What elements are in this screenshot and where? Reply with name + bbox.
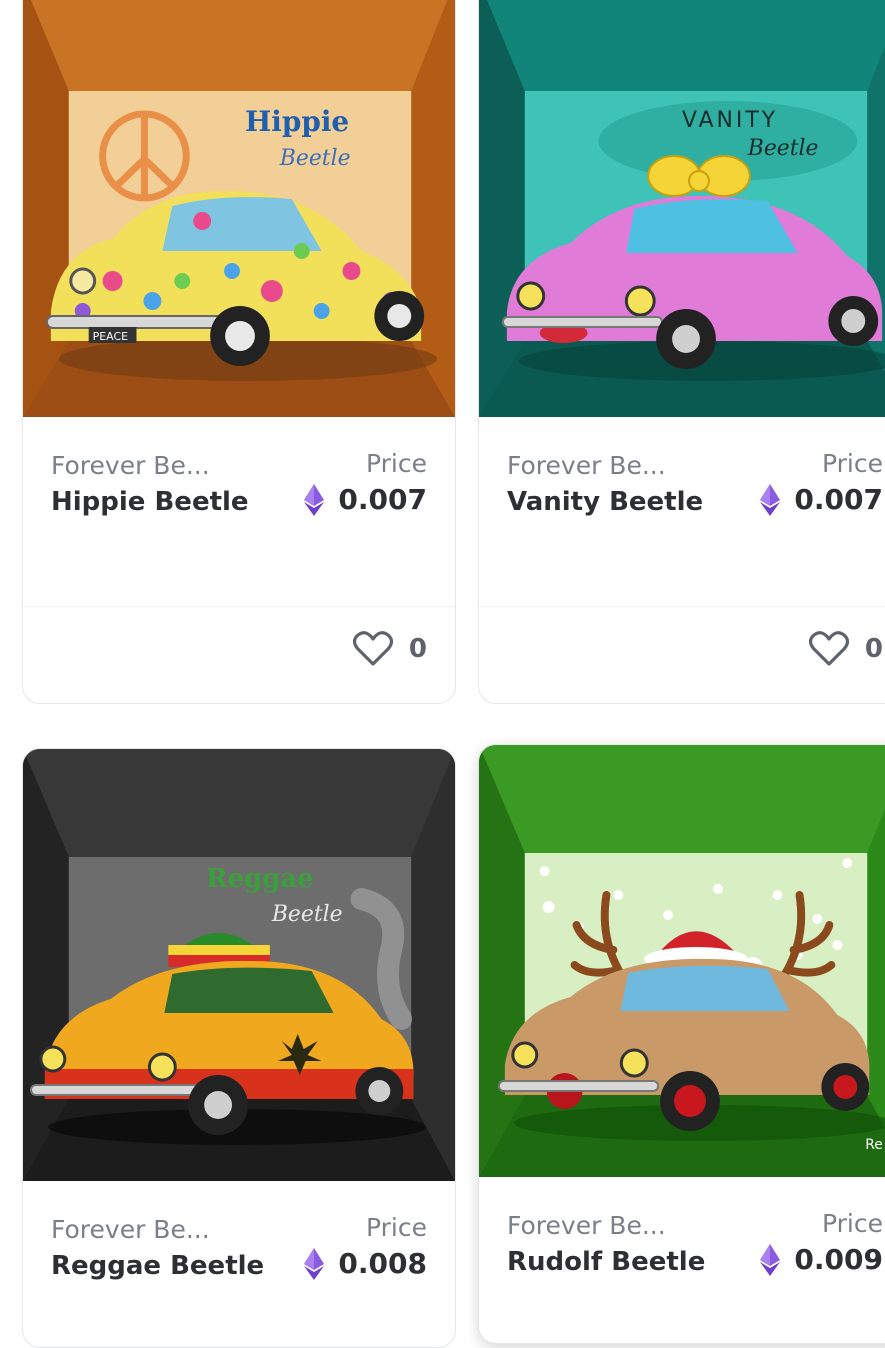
- art-credit: Re: [865, 1137, 883, 1153]
- price-row: 0.008: [304, 1247, 427, 1280]
- nft-image[interactable]: Reggae Beetle: [23, 749, 455, 1181]
- nft-card-rudolf-beetle[interactable]: Re Forever Be... Rudolf Beetle Price 0.0…: [478, 744, 885, 1344]
- price-value: 0.007: [338, 483, 427, 516]
- nft-name[interactable]: Hippie Beetle: [51, 487, 249, 517]
- price-label: Price: [822, 449, 883, 478]
- price-row: 0.007: [304, 483, 427, 516]
- collection-name[interactable]: Forever Be...: [507, 451, 666, 480]
- price-label: Price: [822, 1209, 883, 1238]
- ethereum-icon: [304, 1247, 325, 1280]
- like-button[interactable]: 0: [808, 631, 883, 667]
- price-row: 0.007: [760, 483, 883, 516]
- art-subtitle: Beetle: [747, 136, 819, 161]
- ethereum-icon: [760, 483, 781, 516]
- price-row: 0.009: [760, 1243, 883, 1276]
- price-value: 0.007: [794, 483, 883, 516]
- nft-name[interactable]: Rudolf Beetle: [507, 1247, 705, 1277]
- nft-card-vanity-beetle[interactable]: VANITY Beetle Forever Be... Vanity Beetl…: [478, 0, 885, 704]
- collection-name[interactable]: Forever Be...: [51, 451, 210, 480]
- like-count: 0: [408, 634, 427, 664]
- nft-name[interactable]: Vanity Beetle: [507, 487, 703, 517]
- like-button[interactable]: 0: [352, 631, 427, 667]
- art-title: Hippie: [245, 105, 349, 138]
- heart-icon[interactable]: [808, 631, 849, 667]
- art-title: Reggae: [206, 864, 313, 894]
- card-footer: 0: [479, 606, 885, 703]
- collection-name[interactable]: Forever Be...: [51, 1215, 210, 1244]
- nft-card-hippie-beetle[interactable]: Hippie Beetle PEACE Forever Be... Hippie…: [22, 0, 456, 704]
- price-label: Price: [366, 1213, 427, 1242]
- license-plate: PEACE: [93, 330, 128, 343]
- heart-icon[interactable]: [352, 631, 393, 667]
- art-subtitle: Beetle: [279, 146, 351, 171]
- collection-name[interactable]: Forever Be...: [507, 1211, 666, 1240]
- like-count: 0: [864, 634, 883, 664]
- nft-card-reggae-beetle[interactable]: Reggae Beetle Forever Be... Reggae Beetl…: [22, 748, 456, 1348]
- ethereum-icon: [760, 1243, 781, 1276]
- price-label: Price: [366, 449, 427, 478]
- nft-image[interactable]: VANITY Beetle: [479, 0, 885, 417]
- art-subtitle: Beetle: [271, 902, 343, 927]
- card-footer: 0: [23, 606, 455, 703]
- nft-image[interactable]: Re: [479, 745, 885, 1177]
- price-value: 0.008: [338, 1247, 427, 1280]
- nft-name[interactable]: Reggae Beetle: [51, 1251, 264, 1281]
- price-value: 0.009: [794, 1243, 883, 1276]
- nft-image[interactable]: Hippie Beetle PEACE: [23, 0, 455, 417]
- ethereum-icon: [304, 483, 325, 516]
- art-title: VANITY: [682, 108, 778, 133]
